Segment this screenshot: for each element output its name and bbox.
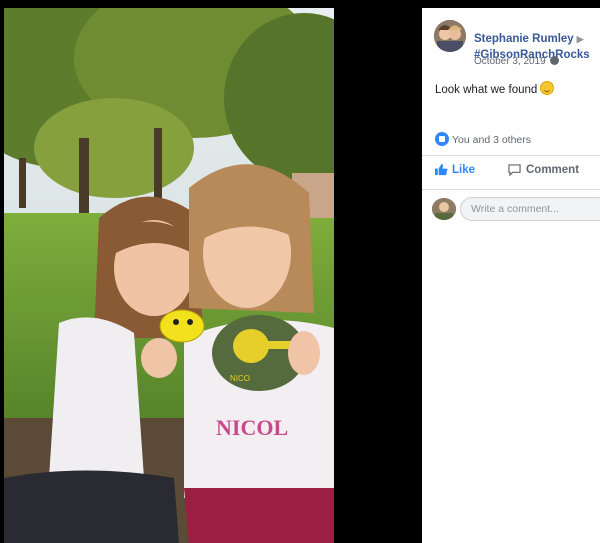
post-meta: October 3, 2019 [474,56,559,67]
comment-button[interactable]: Comment [508,164,580,176]
user-avatar[interactable] [432,198,456,220]
comment-label: Comment [526,164,580,176]
post-actions: Like Comment [422,156,600,188]
author-avatar[interactable] [434,20,466,52]
smiley-emoji [540,81,555,95]
top-bar [334,0,600,8]
post-body: Look what we found [435,81,555,96]
post-date[interactable]: October 3, 2019 [474,56,546,67]
like-reaction-icon [435,132,449,146]
post-photo[interactable]: NICOL NICO [4,8,334,543]
globe-icon [549,56,559,65]
divider [422,189,600,190]
thumbs-up-icon [435,163,448,176]
comment-input[interactable] [460,197,600,221]
comment-icon [508,164,521,176]
like-label: Like [452,164,476,176]
shirt-text: NICOL [216,415,288,440]
like-button[interactable]: Like [435,163,476,176]
photo-viewer: NICOL NICO [0,0,422,543]
reactions-text[interactable]: You and 3 others [452,134,531,146]
comment-composer [422,192,600,226]
arrow-right-icon: ▶ [576,34,584,44]
reactions-summary[interactable]: You and 3 others [435,132,531,146]
author-name-line: Stephanie Rumley ▶ [474,33,584,45]
rock-text: NICO [230,374,250,383]
author-name[interactable]: Stephanie Rumley [474,33,574,45]
post-sidebar: Stephanie Rumley ▶ #GibsonRanchRocks Octo… [422,8,600,543]
post-text: Look what we found [435,84,538,96]
